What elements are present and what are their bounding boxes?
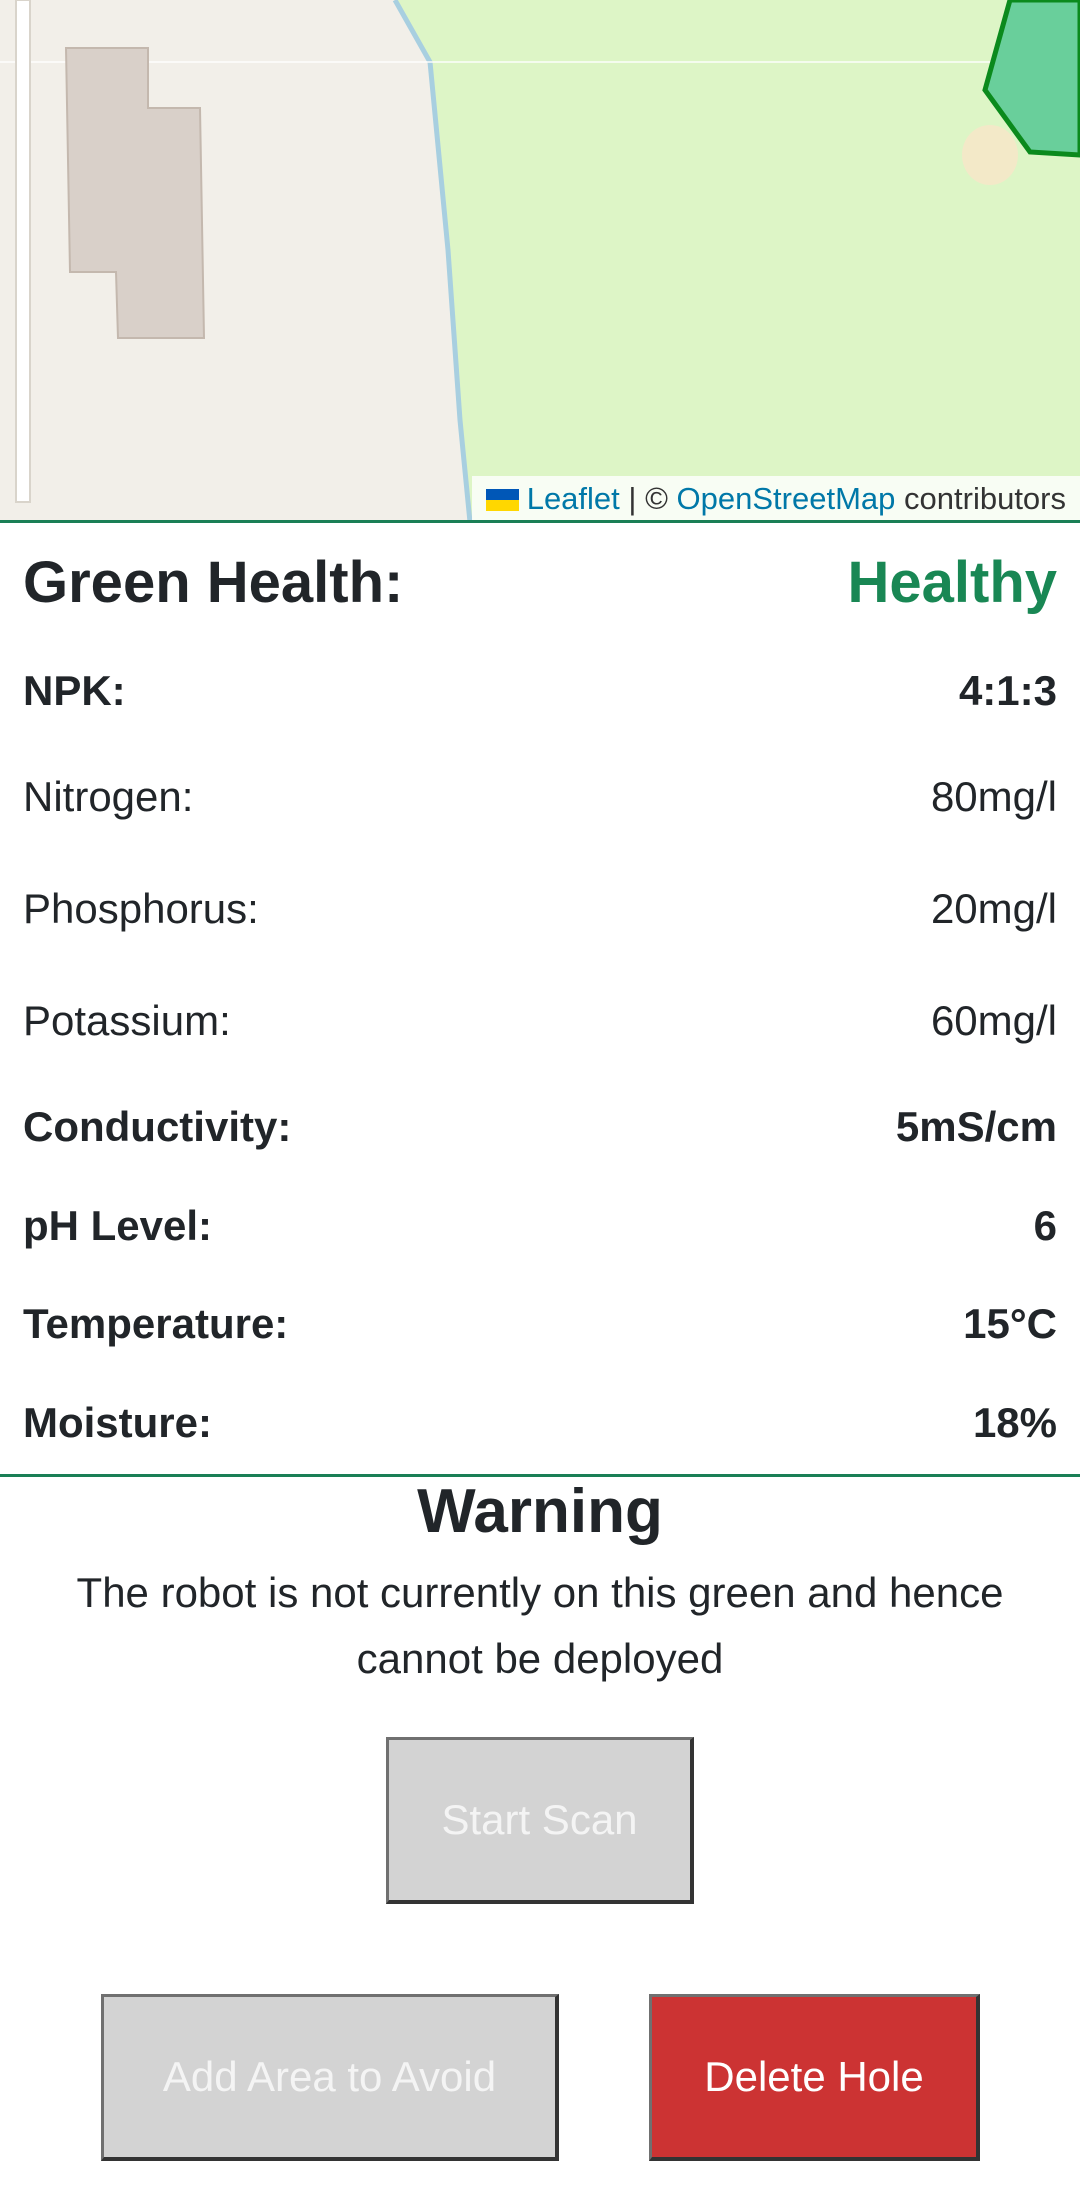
map-attribution: Leaflet | © OpenStreetMap contributors	[471, 476, 1080, 522]
map-divider	[0, 520, 1080, 523]
temperature-label: Temperature:	[23, 1300, 289, 1347]
nitrogen-label: Nitrogen:	[23, 773, 194, 820]
map-view[interactable]: Leaflet | © OpenStreetMap contributors	[0, 0, 1080, 522]
metric-row-moisture: Moisture: 18%	[23, 1398, 1057, 1448]
conductivity-label: Conductivity:	[23, 1103, 292, 1150]
map-tiles	[0, 0, 1080, 522]
warning-title: Warning	[417, 1477, 663, 1546]
nitrogen-value: 80mg/l	[930, 773, 1057, 820]
attribution-suffix: contributors	[904, 481, 1066, 516]
npk-label: NPK:	[23, 667, 126, 714]
openstreetmap-link[interactable]: OpenStreetMap	[677, 481, 896, 516]
moisture-label: Moisture:	[23, 1399, 212, 1446]
metric-row-npk: NPK: 4:1:3	[23, 666, 1057, 716]
delete-hole-button[interactable]: Delete Hole	[649, 1994, 980, 2161]
metric-row-nitrogen: Nitrogen: 80mg/l	[23, 772, 1057, 822]
potassium-value: 60mg/l	[930, 997, 1057, 1044]
warning-message: The robot is not currently on this green…	[76, 1569, 1004, 1682]
metric-row-temperature: Temperature: 15°C	[23, 1299, 1057, 1349]
ph-value: 6	[1033, 1202, 1057, 1249]
moisture-value: 18%	[972, 1399, 1057, 1446]
temperature-value: 15°C	[963, 1300, 1057, 1347]
leaflet-link[interactable]: Leaflet	[527, 481, 620, 516]
metric-row-potassium: Potassium: 60mg/l	[23, 996, 1057, 1046]
metric-row-conductivity: Conductivity: 5mS/cm	[23, 1102, 1057, 1152]
green-health-row: Green Health: Healthy	[23, 548, 1057, 616]
metric-row-ph: pH Level: 6	[23, 1201, 1057, 1251]
add-area-to-avoid-button[interactable]: Add Area to Avoid	[101, 1994, 559, 2161]
green-health-label: Green Health:	[23, 549, 404, 615]
ukraine-flag-icon	[485, 489, 519, 511]
phosphorus-value: 20mg/l	[930, 885, 1057, 932]
conductivity-value: 5mS/cm	[895, 1103, 1057, 1150]
green-health-status: Healthy	[847, 549, 1057, 615]
npk-value: 4:1:3	[958, 667, 1057, 714]
phosphorus-label: Phosphorus:	[23, 885, 259, 932]
attribution-separator: | ©	[628, 481, 668, 516]
start-scan-button[interactable]: Start Scan	[386, 1737, 694, 1904]
potassium-label: Potassium:	[23, 997, 231, 1044]
metric-row-phosphorus: Phosphorus: 20mg/l	[23, 884, 1057, 934]
ph-label: pH Level:	[23, 1202, 213, 1249]
